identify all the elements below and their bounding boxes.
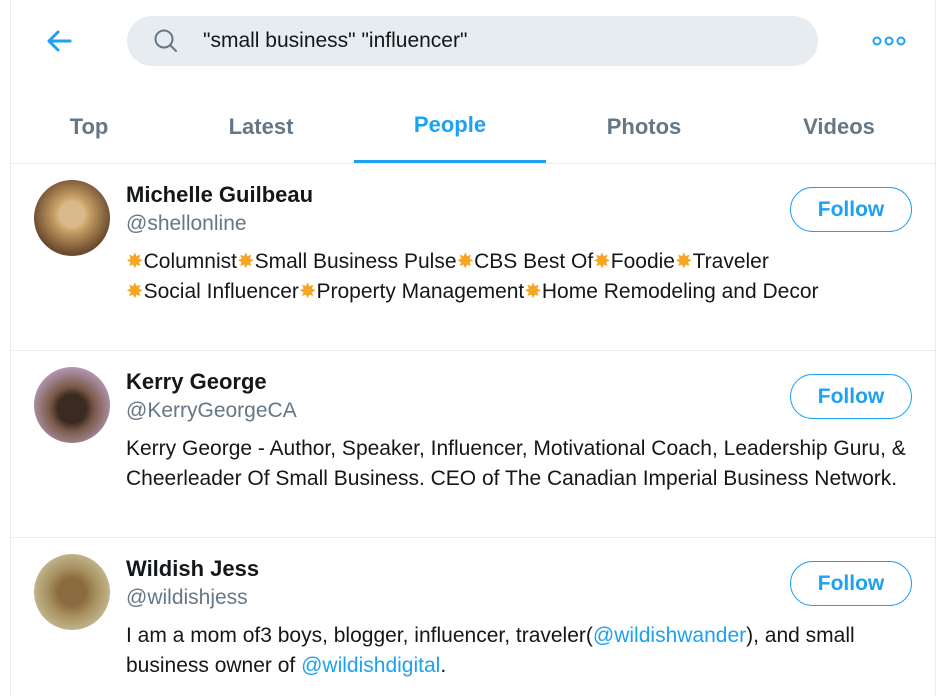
user-row[interactable]: Kerry George @KerryGeorgeCA Follow Kerry… — [11, 351, 935, 538]
bio-text: CBS Best Of — [474, 250, 594, 273]
tab-latest[interactable]: Latest — [168, 90, 354, 163]
bio-text: I am a mom of3 boys, blogger, influencer… — [126, 624, 593, 647]
user-row[interactable]: Wildish Jess @wildishjess Follow I am a … — [11, 538, 935, 696]
bio-text: Columnist — [143, 250, 237, 273]
bio-text: Foodie — [610, 250, 675, 273]
bio-text: Small Business Pulse — [254, 250, 457, 273]
avatar[interactable] — [34, 367, 110, 443]
star-emoji-icon: ✸ — [456, 250, 475, 273]
avatar[interactable] — [34, 180, 110, 256]
user-row[interactable]: Michelle Guilbeau @shellonline Follow ✸C… — [11, 164, 935, 351]
tab-top[interactable]: Top — [10, 90, 168, 163]
search-tabs: Top Latest People Photos Videos — [10, 90, 936, 164]
user-bio: I am a mom of3 boys, blogger, influencer… — [126, 621, 916, 680]
tab-photos[interactable]: Photos — [546, 90, 742, 163]
search-input[interactable] — [203, 29, 763, 53]
user-name[interactable]: Kerry George — [126, 369, 267, 395]
mention-link[interactable]: @wildishwander — [593, 624, 746, 647]
tab-people[interactable]: People — [354, 90, 546, 163]
avatar[interactable] — [34, 554, 110, 630]
user-name[interactable]: Wildish Jess — [126, 556, 259, 582]
user-handle[interactable]: @KerryGeorgeCA — [126, 399, 297, 423]
star-emoji-icon: ✸ — [298, 279, 317, 303]
user-name[interactable]: Michelle Guilbeau — [126, 182, 313, 208]
star-emoji-icon: ✸ — [126, 250, 144, 273]
user-bio: Kerry George - Author, Speaker, Influenc… — [126, 437, 906, 490]
user-handle[interactable]: @shellonline — [126, 212, 247, 236]
tab-videos[interactable]: Videos — [742, 90, 936, 163]
user-bio: ✸Columnist✸Small Business Pulse✸CBS Best… — [126, 247, 916, 306]
star-emoji-icon: ✸ — [236, 250, 255, 273]
bio-text: Social Influencer — [143, 279, 299, 303]
follow-button[interactable]: Follow — [790, 561, 912, 606]
mention-link[interactable]: @wildishdigital — [301, 654, 440, 677]
follow-button[interactable]: Follow — [790, 374, 912, 419]
back-arrow-icon[interactable] — [44, 26, 74, 56]
user-handle[interactable]: @wildishjess — [126, 586, 248, 610]
star-emoji-icon: ✸ — [524, 279, 542, 303]
more-options-icon[interactable] — [872, 33, 906, 49]
bio-text: . — [440, 653, 447, 677]
bio-text: Property Management — [316, 279, 525, 303]
search-bar[interactable] — [127, 16, 818, 66]
star-emoji-icon: ✸ — [675, 250, 693, 273]
bio-text: Traveler — [692, 250, 769, 273]
star-emoji-icon: ✸ — [126, 279, 144, 303]
follow-button[interactable]: Follow — [790, 187, 912, 232]
bio-text: Home Remodeling and Decor — [541, 279, 819, 303]
star-emoji-icon: ✸ — [593, 250, 611, 273]
search-icon — [154, 29, 177, 52]
